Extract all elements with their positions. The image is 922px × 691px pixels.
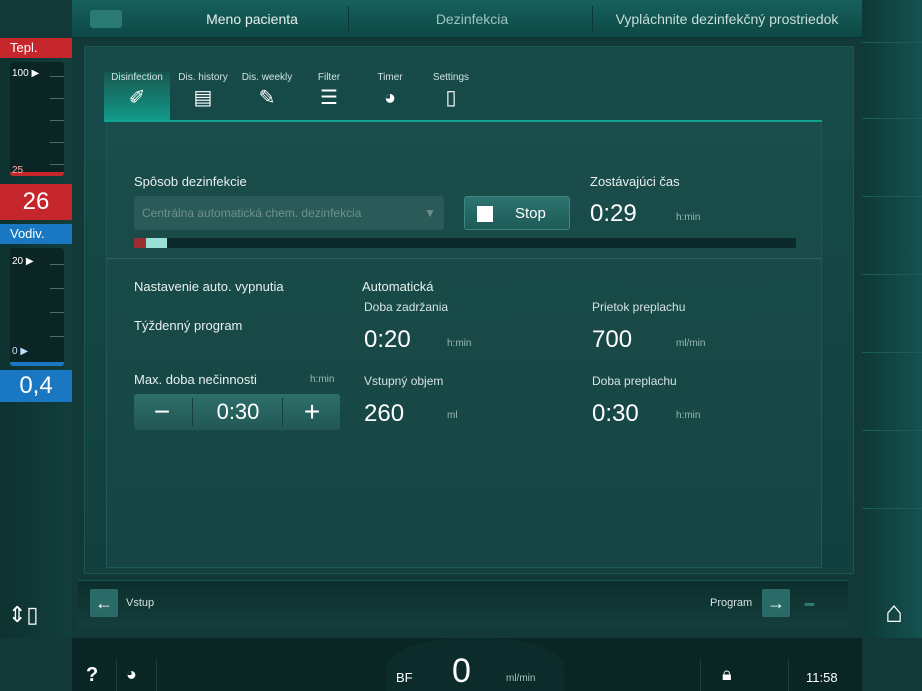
tab-settings[interactable]: Settings ▯ (422, 72, 480, 120)
progress-bar (134, 238, 796, 248)
rinse-time-value: 0:30 (592, 400, 639, 427)
clock: 11:58 (806, 670, 838, 685)
patient-name: Meno pacienta (206, 11, 298, 27)
conductivity-label: Vodiv. (0, 224, 72, 244)
dialysis-screen: Meno pacienta Dezinfekcia Vypláchnite de… (0, 0, 922, 691)
history-icon: ▤ (193, 87, 213, 109)
rinse-time-label: Doba preplachu (592, 374, 677, 388)
home-icon[interactable]: ⌂ (874, 596, 914, 636)
forward-label: Program (710, 597, 753, 609)
hold-value: 0:20 (364, 326, 411, 353)
timer-status-icon[interactable]: ◕ (126, 664, 137, 685)
arrow-right-icon: → (767, 593, 785, 613)
chevron-down-icon: ▼ (424, 206, 436, 220)
forward-button[interactable]: → (762, 589, 790, 617)
rinse-flow-label: Prietok preplachu (592, 300, 686, 314)
mode-title: Dezinfekcia (435, 11, 509, 27)
disinfection-icon: ✐ (128, 87, 146, 109)
cond-scale-top: 20 ▶ (12, 256, 34, 267)
temp-gauge: 100 ▶ (10, 62, 64, 176)
weekly-program-label[interactable]: Týždenný program (134, 318, 242, 333)
stop-icon (477, 206, 493, 222)
stop-button[interactable]: Stop (464, 196, 570, 230)
tab-disinfection[interactable]: Disinfection ✐ (104, 72, 170, 120)
max-idle-unit: h:min (310, 374, 335, 385)
rinse-time-unit: h:min (676, 410, 701, 421)
settings-icon: ▯ (445, 87, 457, 109)
temp-scale-bottom: 25 (12, 165, 24, 176)
hold-label: Doba zadržania (364, 300, 449, 314)
right-panel (862, 0, 922, 638)
top-bar: Meno pacienta Dezinfekcia Vypláchnite de… (72, 0, 862, 38)
weekly-icon: ✎ (258, 87, 276, 109)
arrow-left-icon: ← (95, 593, 113, 613)
divider (348, 6, 349, 32)
max-idle-label: Max. doba nečinnosti (134, 372, 257, 387)
method-label: Spôsob dezinfekcie (134, 174, 247, 189)
help-icon[interactable]: ? (86, 664, 98, 687)
decrement-button[interactable]: − (134, 394, 190, 430)
remaining-value: 0:29 (590, 200, 637, 227)
lock-icon[interactable]: 🔒︎ (722, 664, 732, 685)
tab-weekly[interactable]: Dis. weekly ✎ (236, 72, 298, 120)
hold-unit: h:min (447, 338, 472, 349)
max-idle-stepper: − 0:30 + (134, 394, 340, 430)
tab-filter[interactable]: Filter ☰ (300, 72, 358, 120)
intake-unit: ml (447, 410, 458, 421)
navigation-bar: ← Vstup Program → ▪▪▪▪ (78, 580, 848, 628)
grid-icon: ▪▪▪▪ (804, 597, 815, 611)
intake-label: Vstupný objem (364, 374, 444, 388)
section-divider (106, 258, 822, 259)
level-adjust-icon[interactable]: ⇕▯ (8, 602, 58, 638)
intake-value: 260 (364, 400, 405, 427)
timer-icon: ◕ (383, 87, 397, 109)
divider (592, 6, 593, 32)
auto-off-value: Automatická (362, 279, 434, 294)
remaining-label: Zostávajúci čas (590, 174, 680, 189)
bf-value: 0 (452, 652, 471, 690)
filter-icon: ☰ (320, 87, 338, 109)
temp-scale-top: 100 ▶ (12, 68, 40, 79)
remaining-unit: h:min (676, 212, 701, 223)
status-message: Vypláchnite dezinfekčný prostriedok (615, 11, 839, 27)
tab-history[interactable]: Dis. history ▤ (172, 72, 234, 120)
bf-label: BF (396, 670, 413, 685)
temp-value: 26 (0, 184, 72, 220)
menu-button[interactable] (90, 10, 122, 28)
rinse-flow-unit: ml/min (676, 338, 706, 349)
rinse-flow-value: 700 (592, 326, 633, 353)
back-button[interactable]: ← (90, 589, 118, 617)
stop-label: Stop (515, 205, 546, 222)
temp-label: Tepl. (0, 38, 72, 58)
cond-scale-bottom: 0 ▶ (12, 346, 29, 357)
back-label: Vstup (126, 597, 155, 609)
left-panel: Tepl. 100 ▶ 25 26 Vodiv. 20 ▶ 0 ▶ 0,4 ⇕▯ (0, 38, 72, 638)
method-select[interactable]: Centrálna automatická chem. dezinfekcia … (134, 196, 444, 230)
auto-off-label: Nastavenie auto. vypnutia (134, 279, 284, 294)
increment-button[interactable]: + (284, 394, 340, 430)
max-idle-value[interactable]: 0:30 (194, 394, 282, 430)
tab-timer[interactable]: Timer ◕ (362, 72, 418, 120)
bf-unit: ml/min (506, 673, 536, 684)
conductivity-value: 0,4 (0, 370, 72, 402)
progress-start-marker (134, 238, 146, 248)
